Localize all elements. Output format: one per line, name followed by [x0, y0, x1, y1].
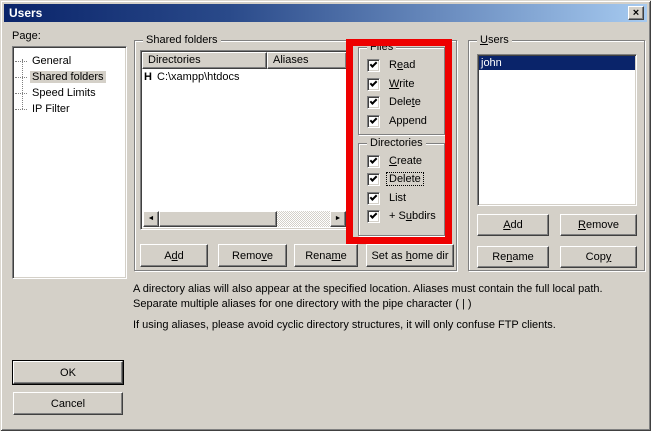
checkmark-icon: [370, 211, 378, 219]
page-list: General Shared folders Speed Limits IP F…: [12, 46, 127, 279]
checkmark-icon: [370, 60, 378, 68]
checkmark-icon: [370, 193, 378, 201]
sidebar-item-ip-filter[interactable]: IP Filter: [15, 101, 72, 117]
user-item-john[interactable]: john: [479, 56, 635, 70]
close-button[interactable]: ×: [628, 6, 644, 20]
scroll-right-icon: ►: [335, 215, 342, 222]
checkbox-list[interactable]: List: [367, 191, 408, 205]
copy-user-button[interactable]: Copy: [560, 246, 637, 268]
checkbox-label: Write: [387, 78, 416, 90]
checkbox-label: Delete: [387, 96, 423, 108]
users-group-label: Users: [477, 34, 512, 47]
alias-note-2: If using aliases, please avoid cyclic di…: [133, 318, 647, 333]
checkmark-icon: [370, 174, 378, 182]
files-permissions-group: Files Read Write Delete Append: [358, 47, 445, 135]
rename-directory-button[interactable]: Rename: [294, 244, 358, 267]
sidebar-item-speed-limits[interactable]: Speed Limits: [15, 85, 98, 101]
checkbox-read[interactable]: Read: [367, 58, 417, 72]
checkbox-label: List: [387, 192, 408, 204]
add-user-button[interactable]: Add: [477, 214, 549, 236]
checkbox[interactable]: [367, 59, 380, 72]
column-header-directories[interactable]: Directories: [142, 52, 267, 69]
checkbox-label: Append: [387, 115, 429, 127]
checkbox[interactable]: [367, 78, 380, 91]
scroll-right-button[interactable]: ►: [330, 211, 346, 227]
close-icon: ×: [633, 7, 639, 19]
window-title: Users: [9, 6, 42, 20]
directories-permissions-group: Directories Create Delete List + Subdirs: [358, 143, 445, 236]
scroll-left-button[interactable]: ◄: [143, 211, 159, 227]
checkmark-icon: [370, 97, 378, 105]
files-group-label: Files: [367, 41, 396, 54]
users-dialog: Users × Page: General Shared folders Spe…: [0, 0, 651, 431]
cancel-button[interactable]: Cancel: [13, 392, 123, 415]
checkbox-append[interactable]: Append: [367, 114, 429, 128]
sidebar-item-label: General: [30, 55, 73, 67]
sidebar-item-label: Shared folders: [30, 71, 106, 83]
checkbox[interactable]: [367, 192, 380, 205]
alias-note-1: A directory alias will also appear at th…: [133, 282, 647, 312]
sidebar-item-shared-folders[interactable]: Shared folders: [15, 69, 106, 85]
scrollbar-thumb[interactable]: [159, 211, 277, 227]
checkbox[interactable]: [367, 173, 380, 186]
checkbox-subdirs[interactable]: + Subdirs: [367, 209, 438, 223]
checkbox-write[interactable]: Write: [367, 77, 416, 91]
directories-group-label: Directories: [367, 137, 426, 150]
checkbox[interactable]: [367, 96, 380, 109]
checkmark-icon: [370, 116, 378, 124]
checkbox[interactable]: [367, 155, 380, 168]
ok-button[interactable]: OK: [13, 361, 123, 384]
checkbox-label: Delete: [387, 173, 423, 185]
users-list: john: [477, 54, 637, 206]
directories-listview: Directories Aliases H C:\xampp\htdocs ◄ …: [140, 50, 349, 230]
shared-folders-group-label: Shared folders: [143, 34, 221, 47]
checkbox-delete-files[interactable]: Delete: [367, 95, 423, 109]
checkbox-create[interactable]: Create: [367, 154, 424, 168]
home-marker: H: [144, 71, 157, 83]
checkmark-icon: [370, 156, 378, 164]
directory-row[interactable]: H C:\xampp\htdocs: [144, 71, 240, 83]
scroll-left-icon: ◄: [148, 215, 155, 222]
alias-notes: A directory alias will also appear at th…: [133, 282, 647, 339]
listview-header: Directories Aliases: [142, 52, 347, 69]
rename-user-button[interactable]: Rename: [477, 246, 549, 268]
checkbox-label: Create: [387, 155, 424, 167]
checkbox-label: Read: [387, 59, 417, 71]
remove-directory-button[interactable]: Remove: [218, 244, 287, 267]
sidebar-item-general[interactable]: General: [15, 53, 73, 69]
add-directory-button[interactable]: Add: [140, 244, 208, 267]
sidebar-item-label: Speed Limits: [30, 87, 98, 99]
page-label: Page:: [12, 30, 41, 42]
horizontal-scrollbar[interactable]: ◄ ►: [143, 211, 346, 227]
column-header-aliases[interactable]: Aliases: [267, 52, 347, 69]
checkbox[interactable]: [367, 115, 380, 128]
checkbox[interactable]: [367, 210, 380, 223]
checkmark-icon: [370, 79, 378, 87]
scrollbar-track[interactable]: [277, 211, 330, 227]
checkbox-delete-dirs[interactable]: Delete: [367, 172, 423, 186]
checkbox-label: + Subdirs: [387, 210, 438, 222]
set-as-home-dir-button[interactable]: Set as home dir: [366, 244, 454, 267]
remove-user-button[interactable]: Remove: [560, 214, 637, 236]
title-bar: Users ×: [4, 4, 647, 22]
directory-path: C:\xampp\htdocs: [157, 71, 240, 83]
sidebar-item-label: IP Filter: [30, 103, 72, 115]
